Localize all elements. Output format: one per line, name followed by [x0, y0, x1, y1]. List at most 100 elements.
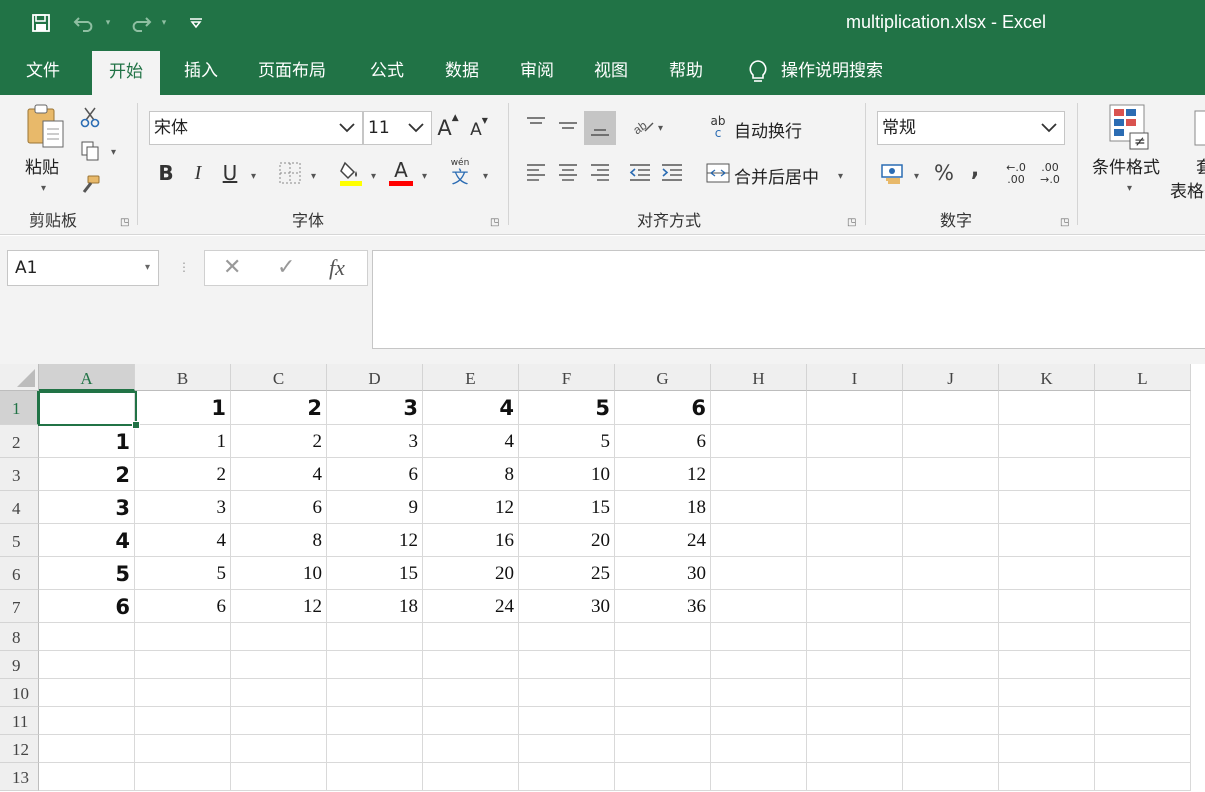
- cell-a3[interactable]: 2: [39, 458, 135, 491]
- tab-data[interactable]: 数据: [428, 48, 496, 95]
- cell-b7[interactable]: 6: [135, 590, 231, 623]
- bottom-align-icon[interactable]: [584, 111, 616, 145]
- cell-f3[interactable]: 10: [519, 458, 615, 491]
- cell-e7[interactable]: 24: [423, 590, 519, 623]
- cell-k8[interactable]: [999, 623, 1095, 651]
- cell-h4[interactable]: [711, 491, 807, 524]
- comma-style-button[interactable]: ,: [964, 155, 986, 183]
- cell-e12[interactable]: [423, 735, 519, 763]
- cell-l6[interactable]: [1095, 557, 1191, 590]
- column-header-h[interactable]: H: [711, 364, 807, 391]
- row-header-7[interactable]: 7: [0, 590, 39, 623]
- cell-e13[interactable]: [423, 763, 519, 791]
- cell-d8[interactable]: [327, 623, 423, 651]
- cell-a2[interactable]: 1: [39, 425, 135, 458]
- cell-b1[interactable]: 1: [135, 391, 231, 425]
- cell-k9[interactable]: [999, 651, 1095, 679]
- customize-toolbar-icon[interactable]: [186, 11, 206, 35]
- cell-g7[interactable]: 36: [615, 590, 711, 623]
- cell-l9[interactable]: [1095, 651, 1191, 679]
- fill-color-dropdown-icon[interactable]: ▾: [371, 171, 376, 182]
- insert-function-icon[interactable]: fx: [329, 255, 345, 281]
- column-header-g[interactable]: G: [615, 364, 711, 391]
- cell-i5[interactable]: [807, 524, 903, 557]
- cell-f9[interactable]: [519, 651, 615, 679]
- cell-i3[interactable]: [807, 458, 903, 491]
- cell-e1[interactable]: 4: [423, 391, 519, 425]
- cell-d6[interactable]: 15: [327, 557, 423, 590]
- column-header-k[interactable]: K: [999, 364, 1095, 391]
- fill-color-icon[interactable]: [338, 159, 364, 187]
- cell-l4[interactable]: [1095, 491, 1191, 524]
- cell-h8[interactable]: [711, 623, 807, 651]
- row-header-8[interactable]: 8: [0, 623, 39, 651]
- cell-c3[interactable]: 4: [231, 458, 327, 491]
- orientation-icon[interactable]: ab: [630, 113, 656, 139]
- cell-g11[interactable]: [615, 707, 711, 735]
- format-as-table-label-bottom[interactable]: 表格: [1170, 177, 1204, 202]
- italic-button[interactable]: I: [186, 159, 210, 187]
- cell-b5[interactable]: 4: [135, 524, 231, 557]
- column-header-d[interactable]: D: [327, 364, 423, 391]
- merge-dropdown-icon[interactable]: ▾: [838, 171, 843, 182]
- row-header-5[interactable]: 5: [0, 524, 39, 557]
- cell-c8[interactable]: [231, 623, 327, 651]
- cell-b12[interactable]: [135, 735, 231, 763]
- cell-g9[interactable]: [615, 651, 711, 679]
- align-center-icon[interactable]: [554, 159, 582, 187]
- cell-c11[interactable]: [231, 707, 327, 735]
- cell-d7[interactable]: 18: [327, 590, 423, 623]
- cell-g3[interactable]: 12: [615, 458, 711, 491]
- cell-c6[interactable]: 10: [231, 557, 327, 590]
- cell-f11[interactable]: [519, 707, 615, 735]
- increase-decimal-button[interactable]: ←.0 .00: [1001, 159, 1031, 189]
- redo-dropdown-icon[interactable]: ▾: [158, 11, 170, 35]
- cell-l8[interactable]: [1095, 623, 1191, 651]
- underline-button[interactable]: U: [218, 159, 242, 187]
- phonetic-guide-button[interactable]: wén 文: [446, 157, 474, 187]
- phonetic-dropdown-icon[interactable]: ▾: [483, 171, 488, 182]
- row-header-1[interactable]: 1: [0, 391, 39, 425]
- cell-j1[interactable]: [903, 391, 999, 425]
- cell-l3[interactable]: [1095, 458, 1191, 491]
- cell-i6[interactable]: [807, 557, 903, 590]
- cell-g8[interactable]: [615, 623, 711, 651]
- cell-i7[interactable]: [807, 590, 903, 623]
- cell-a5[interactable]: 4: [39, 524, 135, 557]
- cell-j7[interactable]: [903, 590, 999, 623]
- cell-k1[interactable]: [999, 391, 1095, 425]
- row-header-4[interactable]: 4: [0, 491, 39, 524]
- name-box-dropdown-icon[interactable]: ▾: [145, 251, 150, 285]
- cell-f13[interactable]: [519, 763, 615, 791]
- cell-d9[interactable]: [327, 651, 423, 679]
- decrease-decimal-button[interactable]: .00 →.0: [1035, 159, 1065, 189]
- row-header-12[interactable]: 12: [0, 735, 39, 763]
- wrap-text-icon[interactable]: ab c: [706, 113, 730, 141]
- enter-icon[interactable]: ✓: [277, 255, 295, 280]
- paste-dropdown-icon[interactable]: ▾: [41, 183, 46, 194]
- cell-e9[interactable]: [423, 651, 519, 679]
- underline-dropdown-icon[interactable]: ▾: [251, 171, 256, 182]
- cell-c10[interactable]: [231, 679, 327, 707]
- merge-center-icon[interactable]: [706, 161, 730, 185]
- cell-e6[interactable]: 20: [423, 557, 519, 590]
- cell-h9[interactable]: [711, 651, 807, 679]
- decrease-indent-icon[interactable]: [626, 159, 654, 187]
- cell-d4[interactable]: 9: [327, 491, 423, 524]
- cell-c7[interactable]: 12: [231, 590, 327, 623]
- cell-c12[interactable]: [231, 735, 327, 763]
- font-color-dropdown-icon[interactable]: ▾: [422, 171, 427, 182]
- cell-f2[interactable]: 5: [519, 425, 615, 458]
- cell-b2[interactable]: 1: [135, 425, 231, 458]
- cell-d13[interactable]: [327, 763, 423, 791]
- cell-c9[interactable]: [231, 651, 327, 679]
- cell-d5[interactable]: 12: [327, 524, 423, 557]
- percent-button[interactable]: %: [930, 159, 958, 187]
- tab-view[interactable]: 视图: [577, 48, 645, 95]
- cell-l1[interactable]: [1095, 391, 1191, 425]
- column-header-c[interactable]: C: [231, 364, 327, 391]
- cell-k5[interactable]: [999, 524, 1095, 557]
- format-painter-icon[interactable]: [79, 173, 101, 197]
- column-header-l[interactable]: L: [1095, 364, 1191, 391]
- wrap-text-label[interactable]: 自动换行: [734, 117, 802, 142]
